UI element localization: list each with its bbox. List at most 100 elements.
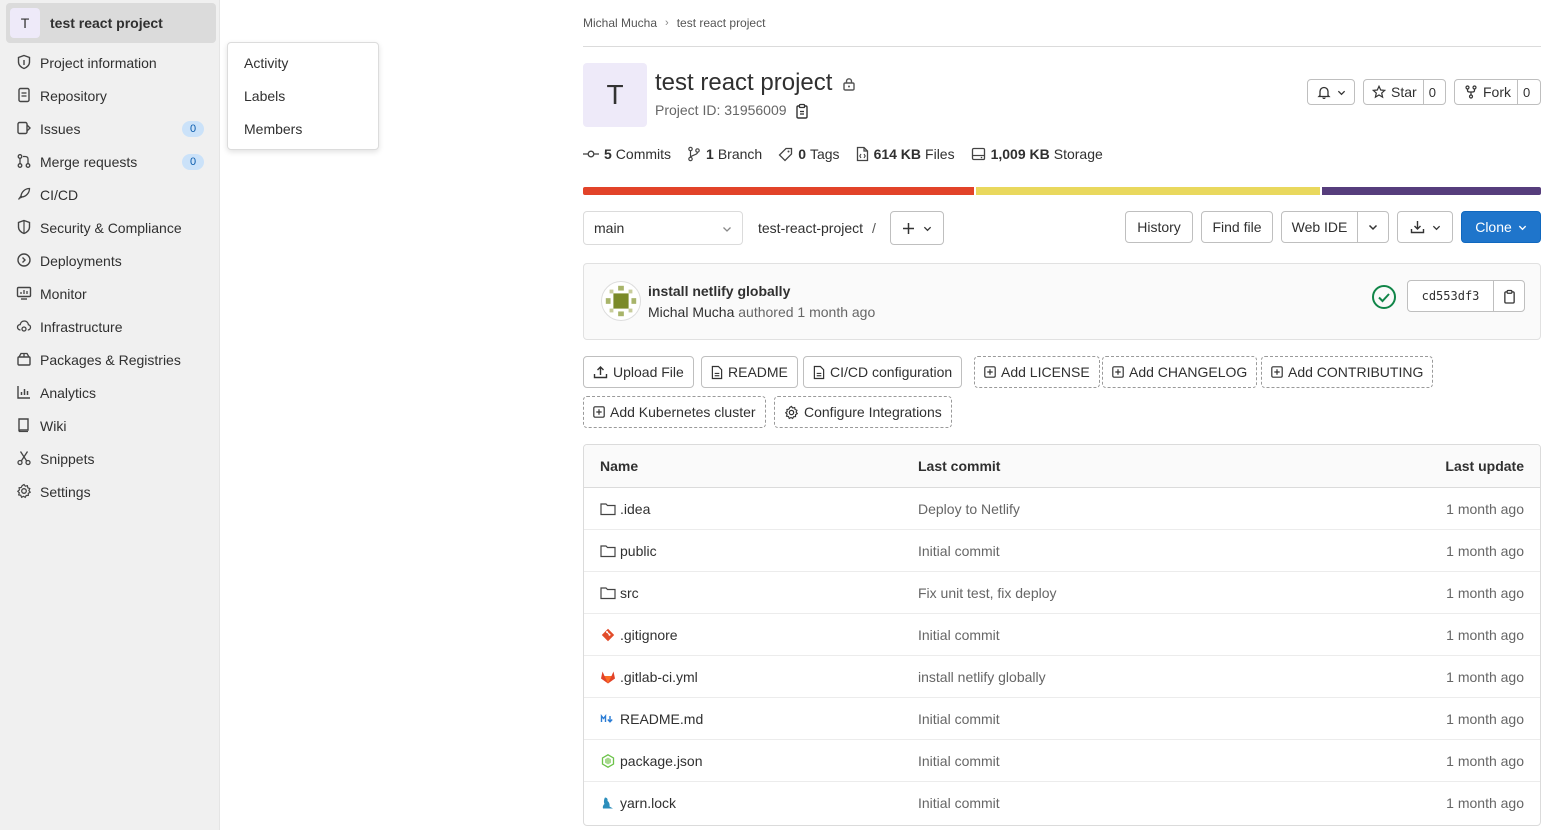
add-contributing-label: Add CONTRIBUTING	[1288, 364, 1424, 380]
fork-button[interactable]: Fork 0	[1454, 79, 1541, 105]
cicd-configuration-button[interactable]: CI/CD configuration	[803, 356, 963, 388]
file-last-commit[interactable]: Initial commit	[918, 614, 1000, 655]
file-last-commit[interactable]: Fix unit test, fix deploy	[918, 572, 1057, 613]
stat-storage[interactable]: 1,009 KB Storage	[971, 146, 1103, 162]
add-changelog-button[interactable]: Add CHANGELOG	[1102, 356, 1258, 388]
table-row[interactable]: package.json Initial commit 1 month ago	[584, 740, 1540, 782]
sidebar-item-ci-cd[interactable]: CI/CD	[0, 178, 220, 211]
flyout-item-activity[interactable]: Activity	[244, 55, 288, 71]
flyout-item-members[interactable]: Members	[244, 121, 302, 137]
add-to-tree-button[interactable]	[890, 211, 944, 245]
star-count: 0	[1422, 80, 1441, 104]
sidebar-item-packages-registries[interactable]: Packages & Registries	[0, 343, 220, 376]
table-header: Name Last commit Last update	[584, 445, 1540, 488]
avatar[interactable]	[601, 281, 641, 321]
repo-path-root[interactable]: test-react-project	[758, 220, 863, 236]
file-last-commit[interactable]: install netlify globally	[918, 656, 1046, 697]
clone-button[interactable]: Clone	[1461, 211, 1541, 243]
find-file-button[interactable]: Find file	[1201, 211, 1273, 243]
copy-sha-button[interactable]	[1494, 281, 1524, 311]
upload-file-button[interactable]: Upload File	[583, 356, 694, 388]
node-icon	[601, 753, 615, 768]
chevron-down-icon	[1337, 90, 1345, 95]
table-row[interactable]: README.md Initial commit 1 month ago	[584, 698, 1540, 740]
file-last-commit[interactable]: Initial commit	[918, 740, 1000, 781]
table-row[interactable]: public Initial commit 1 month ago	[584, 530, 1540, 572]
configure-integrations-button[interactable]: Configure Integrations	[774, 396, 952, 428]
sidebar-item-wiki[interactable]: Wiki	[0, 409, 220, 442]
chevron-down-icon	[723, 227, 731, 232]
sidebar-item-snippets[interactable]: Snippets	[0, 442, 220, 475]
commit-icon	[583, 150, 599, 158]
sidebar-project-header[interactable]: T test react project	[6, 3, 216, 43]
sidebar-item-project-information[interactable]: Project information	[0, 46, 220, 79]
commit-author[interactable]: Michal Mucha	[648, 304, 734, 320]
stat-tags[interactable]: 0 Tags	[778, 146, 840, 162]
file-last-commit[interactable]: Initial commit	[918, 698, 1000, 739]
book-icon	[18, 418, 29, 433]
breadcrumb-owner[interactable]: Michal Mucha	[583, 16, 657, 30]
project-avatar-large: T	[583, 63, 647, 127]
stat-storage-label: Storage	[1053, 146, 1103, 162]
sidebar-item-analytics[interactable]: Analytics	[0, 376, 220, 409]
stat-commits[interactable]: 5 Commits	[583, 146, 671, 162]
file-name[interactable]: .gitignore	[620, 627, 678, 643]
file-name[interactable]: yarn.lock	[620, 795, 676, 811]
sidebar-item-infrastructure[interactable]: Infrastructure	[0, 310, 220, 343]
git-icon	[601, 628, 615, 641]
commit-sha[interactable]: cd553df3	[1408, 281, 1494, 311]
sidebar-item-label: Merge requests	[40, 153, 138, 170]
web-ide-button[interactable]: Web IDE	[1281, 211, 1358, 243]
add-license-label: Add LICENSE	[1001, 364, 1090, 380]
commit-title[interactable]: install netlify globally	[648, 283, 790, 299]
file-last-update: 1 month ago	[1446, 542, 1524, 559]
star-button[interactable]: Star 0	[1363, 79, 1446, 105]
stat-branch[interactable]: 1 Branch	[687, 146, 762, 162]
pipeline-passed-icon[interactable]	[1371, 284, 1397, 310]
file-name[interactable]: .gitlab-ci.yml	[620, 669, 698, 685]
language-bar-segment	[976, 187, 1320, 195]
file-name[interactable]: package.json	[620, 753, 703, 769]
sidebar-item-repository[interactable]: Repository	[0, 79, 220, 112]
stat-files[interactable]: 614 KB Files	[856, 146, 955, 162]
commit-sha-group: cd553df3	[1407, 280, 1525, 312]
file-last-commit[interactable]: Initial commit	[918, 782, 1000, 824]
table-row[interactable]: .gitlab-ci.yml install netlify globally …	[584, 656, 1540, 698]
file-name-cell: .gitlab-ci.yml	[600, 656, 698, 697]
copy-icon[interactable]	[795, 103, 809, 119]
table-row[interactable]: .gitignore Initial commit 1 month ago	[584, 614, 1540, 656]
sidebar-item-settings[interactable]: Settings	[0, 475, 220, 508]
table-row[interactable]: yarn.lock Initial commit 1 month ago	[584, 782, 1540, 824]
branch-selector[interactable]: main	[583, 211, 743, 245]
notification-button[interactable]	[1307, 79, 1355, 105]
sidebar-item-merge-requests[interactable]: Merge requests 0	[0, 145, 220, 178]
branch-selector-value: main	[594, 220, 625, 236]
storage-icon	[971, 147, 985, 161]
sidebar-item-monitor[interactable]: Monitor	[0, 277, 220, 310]
file-name[interactable]: .idea	[620, 501, 650, 517]
history-button[interactable]: History	[1125, 211, 1193, 243]
file-last-update: 1 month ago	[1446, 626, 1524, 643]
table-row[interactable]: src Fix unit test, fix deploy 1 month ag…	[584, 572, 1540, 614]
sidebar-item-deployments[interactable]: Deployments	[0, 244, 220, 277]
readme-button[interactable]: README	[701, 356, 798, 388]
add-kubernetes-cluster-button[interactable]: Add Kubernetes cluster	[583, 396, 766, 428]
download-button[interactable]	[1397, 211, 1453, 243]
sidebar-item-label: Monitor	[40, 285, 87, 302]
flyout-item-labels[interactable]: Labels	[244, 88, 285, 104]
table-row[interactable]: .idea Deploy to Netlify 1 month ago	[584, 488, 1540, 530]
file-last-commit[interactable]: Initial commit	[918, 530, 1000, 571]
add-contributing-button[interactable]: Add CONTRIBUTING	[1261, 356, 1434, 388]
file-name[interactable]: src	[620, 585, 639, 601]
breadcrumb-project[interactable]: test react project	[677, 16, 766, 30]
file-last-commit[interactable]: Deploy to Netlify	[918, 488, 1020, 529]
file-name[interactable]: README.md	[620, 711, 703, 727]
lock-icon	[843, 78, 855, 91]
sidebar-item-issues[interactable]: Issues 0	[0, 112, 220, 145]
sidebar-item-security-compliance[interactable]: Security & Compliance	[0, 211, 220, 244]
stat-storage-number: 1,009 KB	[990, 146, 1050, 162]
add-license-button[interactable]: Add LICENSE	[974, 356, 1100, 388]
shield-icon	[17, 219, 31, 235]
file-name[interactable]: public	[620, 543, 657, 559]
web-ide-dropdown-button[interactable]	[1357, 211, 1389, 243]
